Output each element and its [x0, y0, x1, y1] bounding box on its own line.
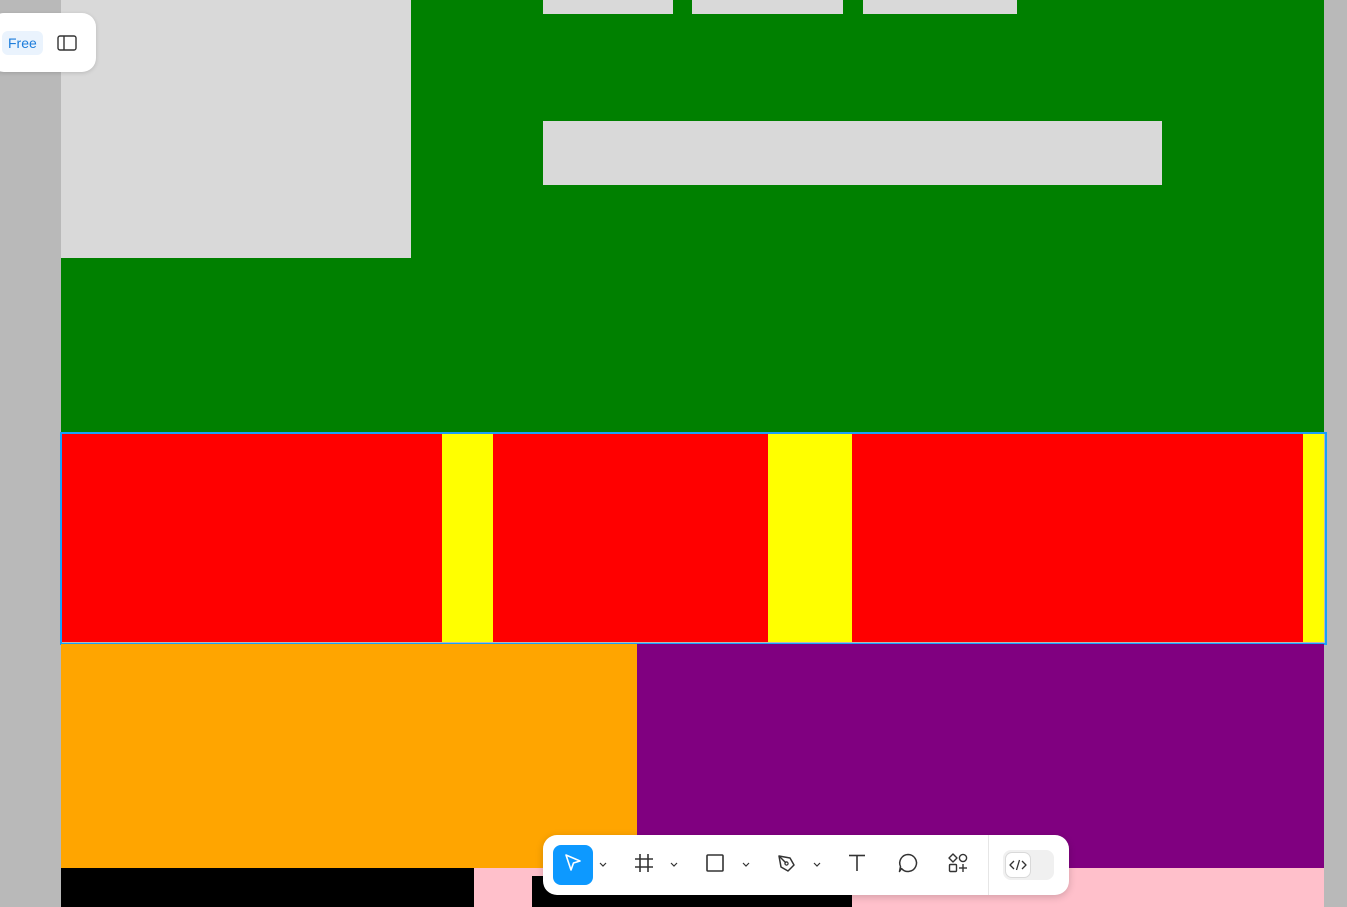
design-canvas[interactable]: [0, 0, 1347, 907]
image-placeholder-block[interactable]: [61, 0, 411, 258]
move-tool-button[interactable]: [553, 845, 593, 885]
selected-stripe-frame[interactable]: [61, 433, 1324, 642]
nav-placeholder-1[interactable]: [543, 0, 673, 14]
chevron-down-icon[interactable]: [597, 859, 609, 871]
top-left-toolbar: Free: [0, 13, 96, 72]
chevron-down-icon[interactable]: [668, 859, 680, 871]
shapes-plus-icon: [947, 852, 969, 879]
cursor-arrow-icon: [562, 852, 584, 879]
frame-hash-icon: [633, 852, 655, 879]
yellow-stripe-2[interactable]: [768, 433, 852, 642]
dev-mode-toggle[interactable]: [1003, 850, 1054, 880]
sidebar-panel-icon[interactable]: [55, 31, 79, 55]
rectangle-icon: [704, 852, 726, 879]
code-brackets-icon: [1005, 852, 1031, 878]
comment-tool-button[interactable]: [888, 845, 928, 885]
yellow-stripe-3[interactable]: [1303, 433, 1324, 642]
pen-tool-button[interactable]: [767, 845, 807, 885]
plan-badge[interactable]: Free: [2, 30, 43, 55]
actions-tool-button[interactable]: [938, 845, 978, 885]
text-tool-button[interactable]: [837, 845, 877, 885]
shape-tool-button[interactable]: [695, 845, 735, 885]
yellow-stripe-1[interactable]: [442, 433, 493, 642]
text-t-icon: [846, 852, 868, 879]
bottom-toolbar: [543, 835, 1069, 895]
pen-nib-icon: [776, 852, 798, 879]
nav-placeholder-2[interactable]: [692, 0, 843, 14]
speech-bubble-icon: [897, 852, 919, 879]
wide-bar-placeholder[interactable]: [543, 121, 1162, 185]
chevron-down-icon[interactable]: [740, 859, 752, 871]
black-block-left[interactable]: [61, 868, 474, 907]
orange-block[interactable]: [61, 644, 637, 868]
toolbar-divider: [988, 835, 989, 895]
frame-tool-button[interactable]: [624, 845, 664, 885]
nav-placeholder-3[interactable]: [863, 0, 1017, 14]
chevron-down-icon[interactable]: [811, 859, 823, 871]
